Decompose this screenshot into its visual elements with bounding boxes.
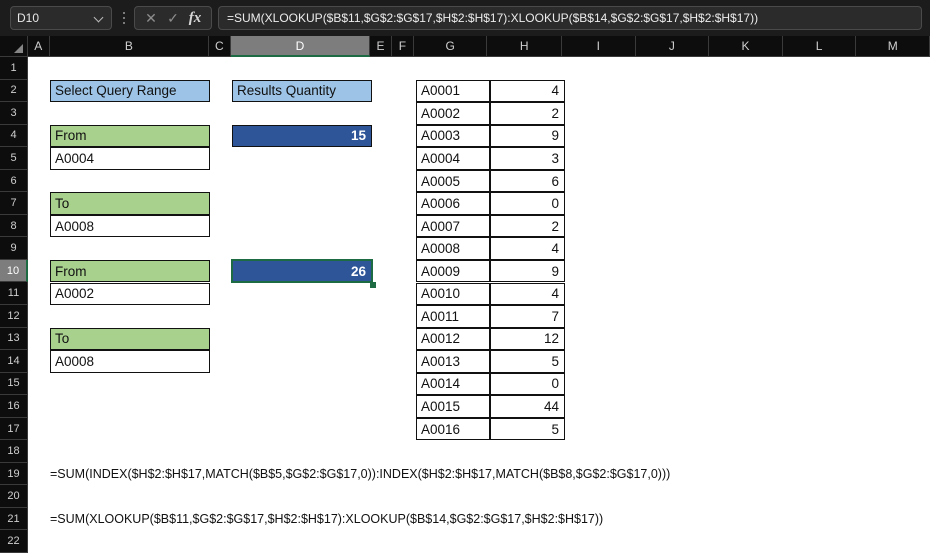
cell-h10-value[interactable]: 9 bbox=[490, 259, 565, 283]
cell-b8-to-value[interactable]: A0008 bbox=[50, 214, 210, 238]
column-header-f[interactable]: F bbox=[391, 36, 414, 57]
cell-h13-value[interactable]: 12 bbox=[490, 327, 565, 351]
cell-b19-formula-note-index-match[interactable]: =SUM(INDEX($H$2:$H$17,MATCH($B$5,$G$2:$G… bbox=[50, 463, 670, 486]
cell-b21-formula-note-xlookup[interactable]: =SUM(XLOOKUP($B$11,$G$2:$G$17,$H$2:$H$17… bbox=[50, 508, 603, 531]
cell-h7-value[interactable]: 0 bbox=[490, 192, 565, 215]
fx-icon[interactable]: fx bbox=[184, 7, 206, 29]
column-header-m[interactable]: M bbox=[856, 36, 930, 57]
chevron-down-icon[interactable] bbox=[94, 13, 105, 24]
cell-h4-value[interactable]: 9 bbox=[490, 124, 565, 148]
vertical-dots-icon[interactable] bbox=[118, 6, 130, 30]
cell-h15-value[interactable]: 0 bbox=[490, 372, 565, 396]
cell-b11-from-value[interactable]: A0002 bbox=[50, 282, 210, 306]
row-header-7[interactable]: 7 bbox=[0, 192, 28, 215]
cell-h16-value[interactable]: 44 bbox=[490, 395, 565, 418]
row-header-10[interactable]: 10 bbox=[0, 259, 28, 283]
row-header-2[interactable]: 2 bbox=[0, 79, 28, 103]
row-header-6[interactable]: 6 bbox=[0, 169, 28, 193]
row-header-19[interactable]: 19 bbox=[0, 462, 28, 486]
column-header-j[interactable]: J bbox=[635, 36, 710, 57]
row-header-20[interactable]: 20 bbox=[0, 485, 28, 508]
select-all-corner[interactable] bbox=[0, 36, 28, 57]
row-header-13[interactable]: 13 bbox=[0, 327, 28, 351]
row-header-14[interactable]: 14 bbox=[0, 350, 28, 373]
cell-g7-key[interactable]: A0006 bbox=[416, 192, 490, 215]
name-box[interactable]: D10 bbox=[10, 6, 112, 30]
row-header-15[interactable]: 15 bbox=[0, 372, 28, 396]
cell-b7-to-label[interactable]: To bbox=[50, 192, 210, 215]
row-header-16[interactable]: 16 bbox=[0, 395, 28, 418]
cell-h9-value[interactable]: 4 bbox=[490, 237, 565, 260]
column-header-k[interactable]: K bbox=[709, 36, 783, 57]
column-header-l[interactable]: L bbox=[782, 36, 857, 57]
cell-g8-key[interactable]: A0007 bbox=[416, 214, 490, 238]
cell-g13-key[interactable]: A0012 bbox=[416, 327, 490, 351]
cell-h12-value[interactable]: 7 bbox=[490, 305, 565, 328]
cell-g17-key[interactable]: A0016 bbox=[416, 417, 490, 441]
column-header-c[interactable]: C bbox=[208, 36, 231, 57]
column-header-h[interactable]: H bbox=[487, 36, 563, 57]
formula-input[interactable]: =SUM(XLOOKUP($B$11,$G$2:$G$17,$H$2:$H$17… bbox=[218, 6, 922, 30]
cell-h17-value[interactable]: 5 bbox=[490, 417, 565, 441]
cell-g4-key[interactable]: A0003 bbox=[416, 124, 490, 148]
cell-g14-key[interactable]: A0013 bbox=[416, 350, 490, 373]
cell-b14-to-value[interactable]: A0008 bbox=[50, 350, 210, 373]
cell-d2-results-header[interactable]: Results Quantity bbox=[232, 79, 372, 103]
cell-g2-key[interactable]: A0001 bbox=[416, 79, 490, 103]
spreadsheet-grid[interactable]: Select Query Range Results Quantity From A0… bbox=[28, 57, 930, 553]
cell-b2-query-header[interactable]: Select Query Range bbox=[50, 79, 210, 103]
cell-g16-key[interactable]: A0015 bbox=[416, 395, 490, 418]
cell-h3-value[interactable]: 2 bbox=[490, 102, 565, 125]
cell-h14-value[interactable]: 5 bbox=[490, 350, 565, 373]
cell-b10-from-label[interactable]: From bbox=[50, 259, 210, 283]
row-header-17[interactable]: 17 bbox=[0, 417, 28, 441]
cell-g11-key[interactable]: A0010 bbox=[416, 282, 490, 306]
row-header-21[interactable]: 21 bbox=[0, 507, 28, 531]
row-header-8[interactable]: 8 bbox=[0, 214, 28, 238]
row-header-4[interactable]: 4 bbox=[0, 124, 28, 148]
cell-d4-result[interactable]: 15 bbox=[232, 124, 372, 148]
row-header-12[interactable]: 12 bbox=[0, 305, 28, 328]
column-header-a[interactable]: A bbox=[27, 36, 50, 57]
cell-g12-key[interactable]: A0011 bbox=[416, 305, 490, 328]
cell-g9-key[interactable]: A0008 bbox=[416, 237, 490, 260]
row-header-11[interactable]: 11 bbox=[0, 282, 28, 306]
cell-d10-result[interactable]: 26 bbox=[232, 259, 372, 283]
cell-g3-key[interactable]: A0002 bbox=[416, 102, 490, 125]
formula-bar: D10 ✕ ✓ fx =SUM(XLOOKUP($B$11,$G$2:$G$17… bbox=[0, 0, 930, 36]
row-header-column: 1 2 3 4 5 6 7 8 9 10 11 12 13 14 15 16 17 18 19 20 21 22 bbox=[0, 57, 28, 553]
row-header-3[interactable]: 3 bbox=[0, 102, 28, 125]
cell-g6-key[interactable]: A0005 bbox=[416, 169, 490, 193]
cell-b13-to-label[interactable]: To bbox=[50, 327, 210, 351]
column-header-d[interactable]: D bbox=[230, 36, 371, 57]
cell-b5-from-value[interactable]: A0004 bbox=[50, 147, 210, 170]
column-header-i[interactable]: I bbox=[562, 36, 636, 57]
column-header-e[interactable]: E bbox=[370, 36, 392, 57]
fill-handle[interactable] bbox=[370, 281, 376, 288]
row-header-5[interactable]: 5 bbox=[0, 147, 28, 170]
column-header-row: ABCDEFGHIJKLM bbox=[0, 36, 930, 57]
row-header-18[interactable]: 18 bbox=[0, 440, 28, 463]
cell-g10-key[interactable]: A0009 bbox=[416, 259, 490, 283]
cell-h2-value[interactable]: 4 bbox=[490, 79, 565, 103]
cell-h11-value[interactable]: 4 bbox=[490, 282, 565, 306]
cell-g15-key[interactable]: A0014 bbox=[416, 372, 490, 396]
close-icon[interactable]: ✕ bbox=[140, 7, 162, 29]
row-header-22[interactable]: 22 bbox=[0, 530, 28, 553]
row-header-1[interactable]: 1 bbox=[0, 57, 28, 80]
formula-action-group: ✕ ✓ fx bbox=[134, 6, 212, 30]
cell-h6-value[interactable]: 6 bbox=[490, 169, 565, 193]
cell-h5-value[interactable]: 3 bbox=[490, 147, 565, 170]
cell-b4-from-label[interactable]: From bbox=[50, 124, 210, 148]
name-box-value: D10 bbox=[17, 11, 40, 25]
cell-g5-key[interactable]: A0004 bbox=[416, 147, 490, 170]
check-icon[interactable]: ✓ bbox=[162, 7, 184, 29]
row-header-9[interactable]: 9 bbox=[0, 237, 28, 260]
column-header-b[interactable]: B bbox=[49, 36, 209, 57]
cell-h8-value[interactable]: 2 bbox=[490, 214, 565, 238]
column-header-g[interactable]: G bbox=[413, 36, 488, 57]
